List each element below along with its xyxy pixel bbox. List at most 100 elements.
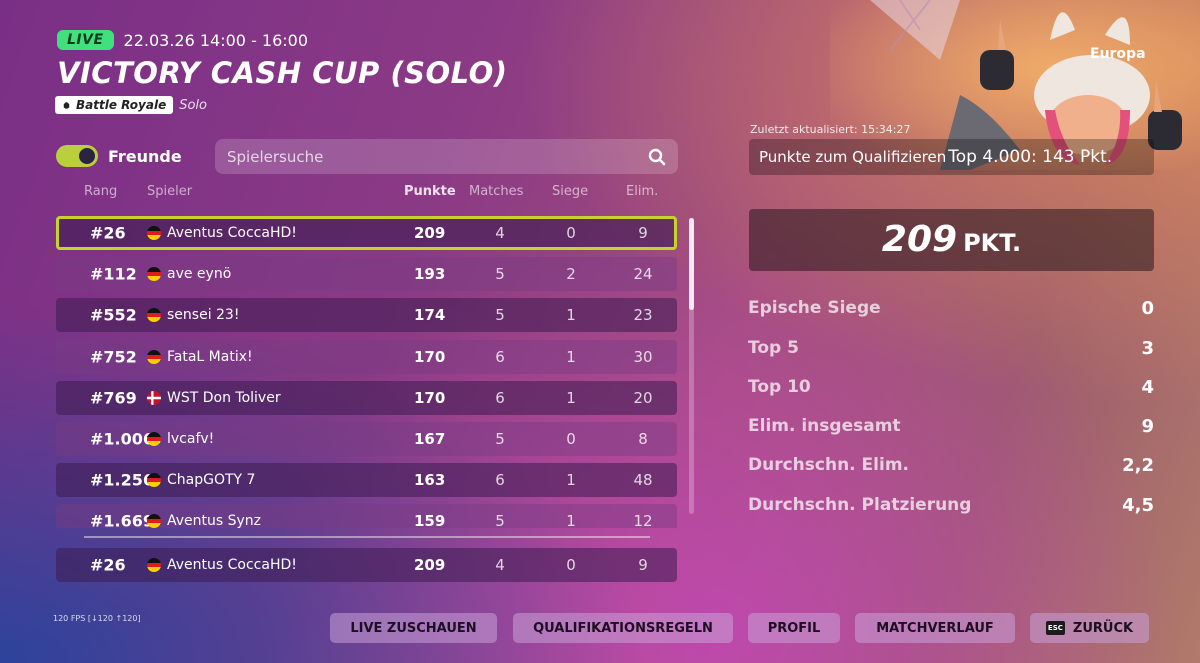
scrollbar-thumb[interactable] [689, 218, 694, 310]
stat-row: Epische Siege 0 [748, 298, 1154, 319]
own-player-row[interactable]: #26 Aventus CoccaHD! 209 4 0 9 [56, 548, 677, 582]
row-rank: #752 [90, 347, 137, 367]
row-points: 209 [414, 556, 446, 574]
row-rank: #769 [90, 388, 137, 408]
table-row[interactable]: #112 ave eynö 193 5 2 24 [56, 257, 677, 291]
table-row[interactable]: #552 sensei 23! 174 5 1 23 [56, 298, 677, 332]
row-player: Aventus CoccaHD! [167, 557, 297, 573]
row-matches: 6 [495, 471, 505, 489]
row-elims: 30 [633, 348, 653, 366]
stat-row: Top 5 3 [748, 338, 1154, 359]
stat-value: 4,5 [1122, 495, 1154, 516]
row-elims: 48 [633, 471, 653, 489]
stat-value: 3 [1141, 338, 1154, 359]
flag-de-icon [147, 432, 161, 446]
table-row[interactable]: #752 FataL Matix! 170 6 1 30 [56, 340, 677, 374]
score-value: 209 [881, 219, 958, 260]
back-label: ZURÜCK [1072, 620, 1134, 636]
row-points: 174 [414, 306, 446, 324]
table-row[interactable]: #1.669 Aventus Synz 159 5 1 12 [56, 504, 677, 528]
row-points: 209 [414, 224, 446, 242]
flag-de-icon [147, 558, 161, 572]
esc-key-icon: ESC [1045, 621, 1065, 635]
stat-value: 0 [1141, 298, 1154, 319]
last-updated: Zuletzt aktualisiert: 15:34:27 [750, 123, 911, 136]
row-wins: 0 [566, 430, 576, 448]
qualify-threshold: Punkte zum Qualifizieren Top 4.000: 143 … [749, 139, 1154, 175]
qualification-rules-button[interactable]: QUALIFIKATIONSREGELN [513, 613, 733, 643]
row-points: 170 [414, 389, 446, 407]
row-wins: 1 [566, 512, 576, 528]
row-rank: #26 [90, 223, 126, 243]
row-elims: 23 [633, 306, 653, 324]
table-row[interactable]: #769 WST Don Toliver 170 6 1 20 [56, 381, 677, 415]
row-matches: 4 [495, 224, 505, 242]
stat-row: Durchschn. Platzierung 4,5 [748, 495, 1154, 516]
row-wins: 1 [566, 389, 576, 407]
row-rank: #26 [90, 555, 126, 575]
stat-label: Top 10 [748, 377, 811, 397]
stat-label: Durchschn. Elim. [748, 455, 909, 475]
row-wins: 2 [566, 265, 576, 283]
fps-counter: 120 FPS [↓120 ↑120] [53, 614, 141, 623]
row-rank: #1.006 [90, 429, 155, 449]
row-player: ave eynö [167, 266, 232, 282]
row-wins: 1 [566, 471, 576, 489]
row-wins: 0 [566, 556, 576, 574]
table-row[interactable]: #1.256 ChapGOTY 7 163 6 1 48 [56, 463, 677, 497]
watch-live-button[interactable]: LIVE ZUSCHAUEN [330, 613, 497, 643]
table-row[interactable]: #26 Aventus CoccaHD! 209 4 0 9 [56, 216, 677, 250]
row-points: 167 [414, 430, 446, 448]
flag-dk-icon [147, 391, 161, 405]
stat-value: 2,2 [1122, 455, 1154, 476]
table-row[interactable]: #1.006 lvcafv! 167 5 0 8 [56, 422, 677, 456]
flag-de-icon [147, 514, 161, 528]
row-points: 163 [414, 471, 446, 489]
row-matches: 6 [495, 389, 505, 407]
row-elims: 9 [638, 556, 648, 574]
row-player: Aventus CoccaHD! [167, 225, 297, 241]
row-player: WST Don Toliver [167, 390, 281, 406]
match-history-button[interactable]: MATCHVERLAUF [855, 613, 1015, 643]
row-player: Aventus Synz [167, 513, 262, 528]
row-matches: 5 [495, 265, 505, 283]
flag-de-icon [147, 350, 161, 364]
total-score: 209 PKT. [749, 209, 1154, 271]
row-elims: 9 [638, 224, 648, 242]
row-rank: #552 [90, 305, 137, 325]
leaderboard-list: #26 Aventus CoccaHD! 209 4 0 9 #112 ave … [0, 0, 700, 528]
flag-de-icon [147, 473, 161, 487]
row-player: sensei 23! [167, 307, 240, 323]
row-points: 193 [414, 265, 446, 283]
row-matches: 5 [495, 512, 505, 528]
row-points: 170 [414, 348, 446, 366]
row-player: ChapGOTY 7 [167, 472, 256, 488]
profile-button[interactable]: PROFIL [748, 613, 840, 643]
flag-de-icon [147, 308, 161, 322]
row-matches: 6 [495, 348, 505, 366]
row-wins: 1 [566, 348, 576, 366]
row-rank: #1.669 [90, 511, 155, 529]
row-matches: 5 [495, 306, 505, 324]
back-button[interactable]: ESC ZURÜCK [1030, 613, 1149, 643]
row-elims: 20 [633, 389, 653, 407]
row-wins: 0 [566, 224, 576, 242]
row-player: FataL Matix! [167, 349, 253, 365]
leaderboard-scrollbar[interactable] [689, 218, 694, 514]
score-unit: PKT. [963, 229, 1022, 257]
divider [84, 536, 650, 538]
row-matches: 4 [495, 556, 505, 574]
row-player: lvcafv! [167, 431, 215, 447]
stat-value: 4 [1141, 377, 1154, 398]
row-elims: 12 [633, 512, 653, 528]
row-matches: 5 [495, 430, 505, 448]
region-label: Europa [1090, 46, 1146, 62]
flag-de-icon [147, 267, 161, 281]
stat-row: Elim. insgesamt 9 [748, 416, 1154, 437]
stat-label: Elim. insgesamt [748, 416, 901, 436]
qualify-label: Punkte zum Qualifizieren [759, 148, 947, 166]
row-rank: #1.256 [90, 470, 155, 490]
row-rank: #112 [90, 264, 137, 284]
stat-value: 9 [1141, 416, 1154, 437]
stat-label: Durchschn. Platzierung [748, 495, 972, 515]
